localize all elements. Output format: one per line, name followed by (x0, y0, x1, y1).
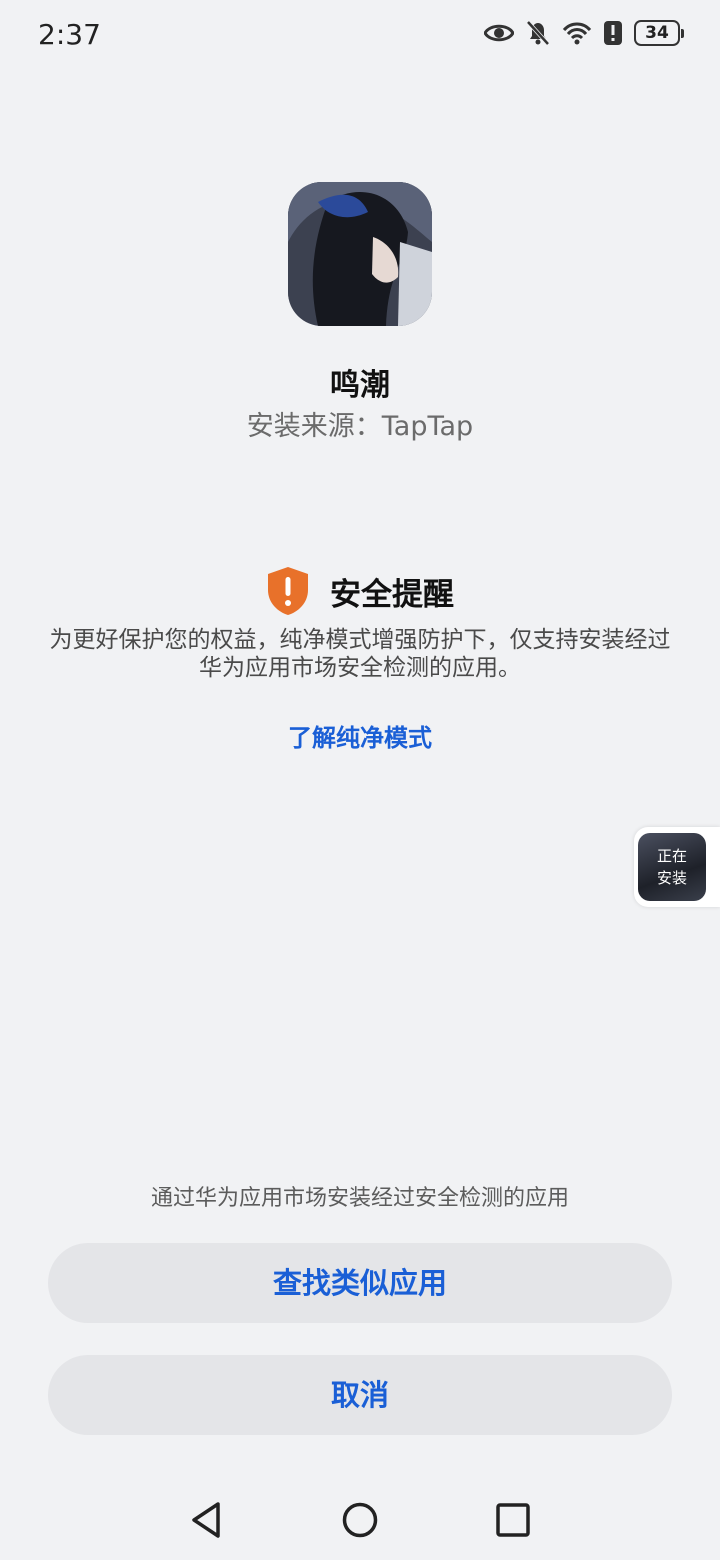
floating-status-line1: 正在 (656, 847, 687, 865)
status-time: 2:37 (38, 18, 101, 51)
wifi-icon (562, 22, 592, 45)
cancel-button[interactable]: 取消 (48, 1355, 672, 1435)
navigation-bar (0, 1486, 720, 1560)
app-icon (288, 182, 432, 326)
status-bar: 2:37 34 (0, 0, 720, 72)
bottom-hint: 通过华为应用市场安装经过安全检测的应用 (150, 1186, 569, 1211)
security-notice-header: 安全提醒 (0, 566, 720, 616)
floating-install-status[interactable]: 正在 安装 (634, 827, 720, 907)
learn-pure-mode-link[interactable]: 了解纯净模式 (0, 718, 720, 753)
security-notice-title: 安全提醒 (330, 576, 454, 613)
battery-icon: 34 (634, 20, 684, 46)
find-similar-apps-button[interactable]: 查找类似应用 (48, 1243, 672, 1323)
security-notice-body: 为更好保护您的权益，纯净模式增强防护下，仅支持安装经过华为应用市场安全检测的应用… (49, 627, 671, 681)
install-blocked-screen: 2:37 34 鸣潮 安装来源：TapTap 安全提醒 为更好保护您的权益，纯净… (0, 0, 720, 1560)
install-source: 安装来源：TapTap (246, 411, 474, 442)
bell-off-icon (526, 20, 550, 46)
shield-warning-icon (268, 567, 308, 615)
eye-icon (484, 24, 514, 42)
floating-status-line2: 安装 (656, 869, 687, 887)
app-name: 鸣潮 (330, 368, 390, 403)
floating-install-thumbnail: 正在 安装 (638, 833, 706, 901)
status-icons: 34 (484, 20, 684, 46)
recents-icon[interactable] (495, 1500, 531, 1540)
home-icon[interactable] (341, 1500, 379, 1540)
back-icon[interactable] (188, 1500, 224, 1540)
alert-icon (604, 21, 622, 45)
